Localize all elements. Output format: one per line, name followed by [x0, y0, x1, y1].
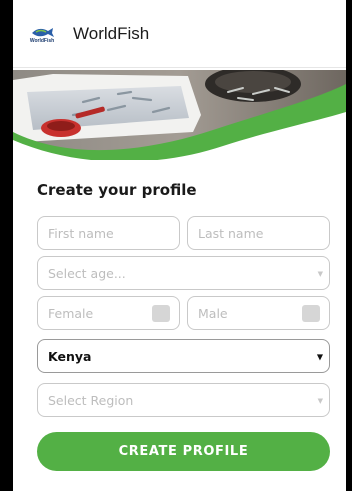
region-select[interactable]: Select Region ▼	[37, 383, 330, 417]
first-name-input[interactable]: First name	[37, 216, 180, 250]
chevron-down-icon: ▼	[317, 269, 323, 278]
age-select[interactable]: Select age... ▼	[37, 256, 330, 290]
form-title: Create your profile	[37, 181, 197, 199]
last-name-placeholder: Last name	[198, 225, 264, 241]
female-option[interactable]: Female	[37, 296, 180, 330]
app-screen: WorldFish WorldFish Create your profile …	[13, 0, 346, 491]
fish-logo-icon	[32, 28, 54, 37]
male-option[interactable]: Male	[187, 296, 330, 330]
first-name-placeholder: First name	[48, 225, 114, 241]
fish-catch-photo	[13, 66, 346, 162]
app-title: WorldFish	[73, 23, 150, 43]
last-name-input[interactable]: Last name	[187, 216, 330, 250]
hero-banner-image	[13, 66, 346, 162]
male-label: Male	[198, 305, 228, 321]
country-value: Kenya	[48, 348, 92, 364]
female-label: Female	[48, 305, 94, 321]
logo-text: WorldFish	[29, 38, 55, 44]
region-placeholder: Select Region	[48, 392, 134, 408]
age-placeholder: Select age...	[48, 265, 126, 281]
female-checkbox[interactable]	[152, 305, 170, 322]
country-select[interactable]: Kenya ▼	[37, 339, 330, 373]
worldfish-logo: WorldFish	[25, 26, 59, 44]
chevron-down-icon: ▼	[317, 396, 323, 405]
app-header: WorldFish WorldFish	[13, 0, 346, 68]
create-profile-button[interactable]: CREATE PROFILE	[37, 432, 330, 471]
male-checkbox[interactable]	[302, 305, 320, 322]
chevron-down-icon: ▼	[316, 352, 323, 362]
